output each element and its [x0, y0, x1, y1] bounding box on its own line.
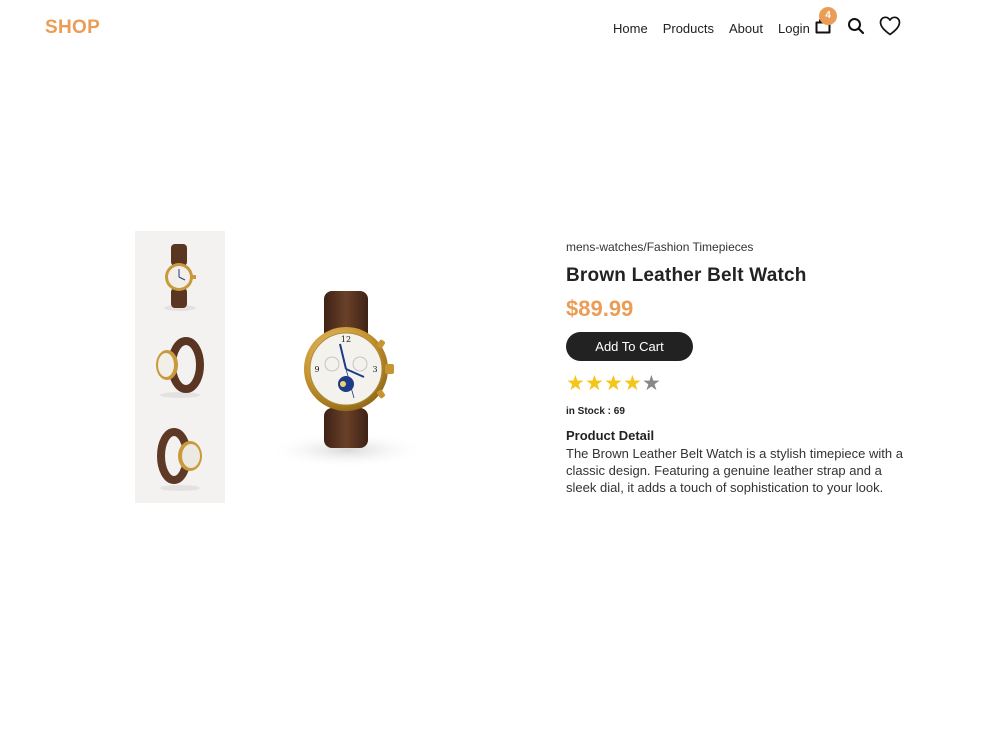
product-detail-heading: Product Detail — [566, 428, 655, 443]
watch-back-image — [157, 428, 202, 491]
watch-side-image — [156, 337, 204, 398]
cart-button[interactable]: 4 — [813, 7, 837, 36]
star-icon: ★ — [566, 372, 585, 395]
nav-login[interactable]: Login — [778, 21, 810, 37]
main-product-image[interactable]: 12 3 9 — [262, 280, 432, 480]
search-icon — [848, 18, 865, 35]
add-to-cart-button[interactable]: Add To Cart — [566, 332, 693, 361]
stock-status: in Stock : 69 — [566, 406, 625, 417]
watch-main-image: 12 3 9 — [267, 291, 427, 468]
nav-products[interactable]: Products — [663, 21, 714, 37]
main-nav: Home Products About Login — [613, 21, 810, 37]
star-rating: ★ ★ ★ ★ ★ — [566, 373, 916, 395]
nav-home[interactable]: Home — [613, 21, 648, 37]
star-icon: ★ — [585, 372, 604, 395]
star-icon: ★ — [623, 372, 642, 395]
watch-side-thumbnail[interactable] — [135, 323, 225, 411]
svg-text:12: 12 — [341, 335, 351, 344]
product-description: The Brown Leather Belt Watch is a stylis… — [566, 446, 903, 495]
svg-text:9: 9 — [314, 365, 319, 374]
header-icons: 4 — [813, 7, 903, 38]
product-info: mens-watches/Fashion Timepieces Brown Le… — [566, 240, 916, 496]
thumbnail-strip — [135, 231, 225, 503]
star-icon: ★ — [604, 372, 623, 395]
watch-front-image — [164, 244, 196, 311]
svg-text:3: 3 — [372, 365, 377, 374]
watch-back-thumbnail[interactable] — [135, 413, 225, 501]
cart-count-badge: 4 — [819, 7, 837, 25]
search-button[interactable] — [846, 16, 866, 36]
shop-logo[interactable]: SHOP — [45, 17, 100, 39]
watch-front-thumbnail[interactable] — [135, 233, 225, 321]
breadcrumb[interactable]: mens-watches/Fashion Timepieces — [566, 240, 916, 254]
nav-about[interactable]: About — [729, 21, 763, 37]
star-icon: ★ — [642, 372, 661, 395]
wishlist-button[interactable] — [878, 14, 902, 38]
product-price: $89.99 — [566, 296, 634, 321]
heart-icon — [879, 16, 901, 36]
product-title: Brown Leather Belt Watch — [566, 265, 807, 286]
